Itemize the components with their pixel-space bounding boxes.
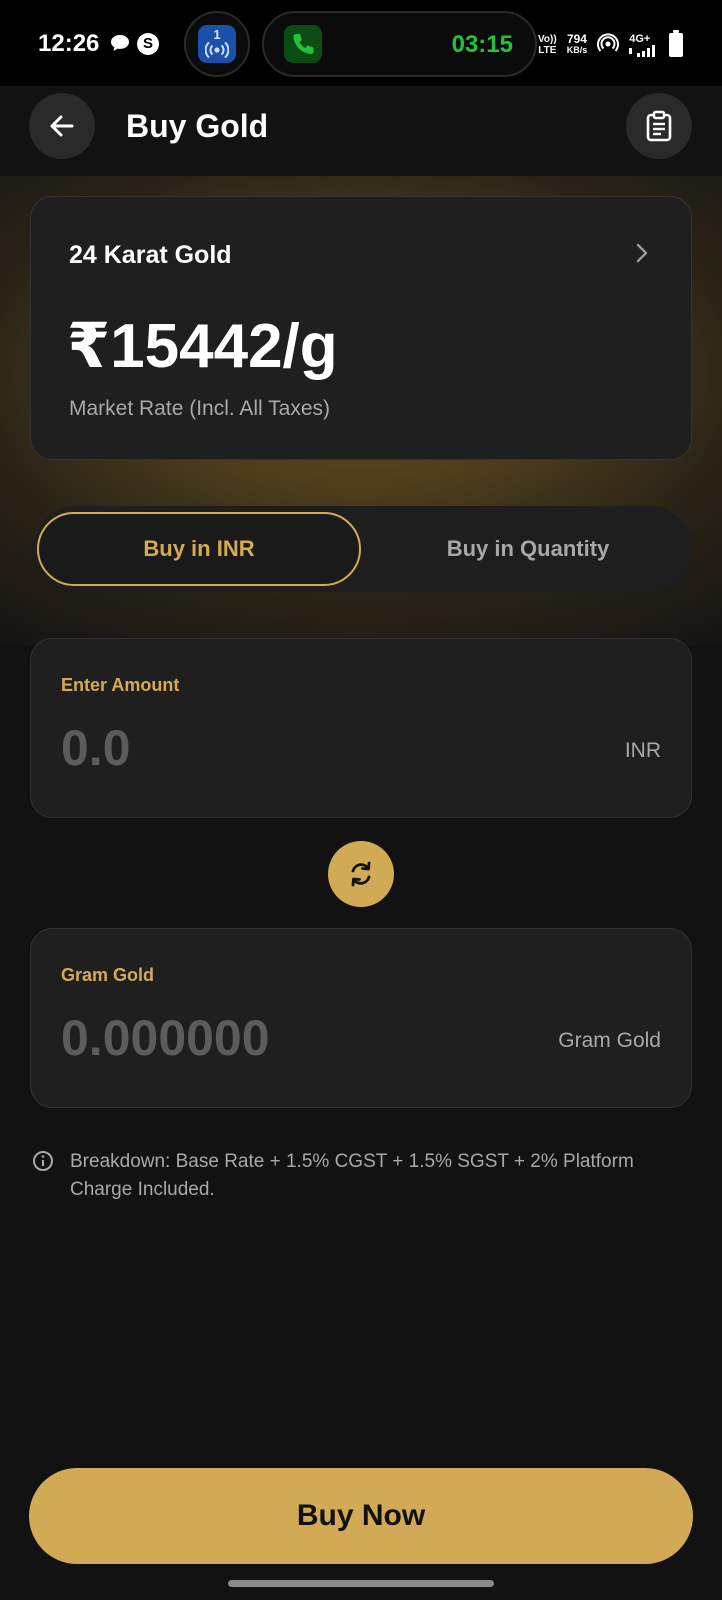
signal-bars-icon [629,44,656,57]
amount-unit: INR [624,739,661,762]
gold-rate-card[interactable]: 24 Karat Gold ₹15442/g Market Rate (Incl… [30,196,692,460]
swap-icon [351,861,371,887]
ongoing-call-pill[interactable]: 03:15 [262,11,537,77]
arrow-left-icon [50,115,74,137]
order-history-button[interactable] [626,93,692,159]
buy-mode-toggle: Buy in INR Buy in Quantity [34,506,692,592]
call-timer: 03:15 [451,31,513,58]
page-title: Buy Gold [126,108,269,144]
chevron-right-icon [635,243,649,268]
karat-label: 24 Karat Gold [69,241,232,269]
breakdown-text: Breakdown: Base Rate + 1.5% CGST + 1.5% … [70,1151,634,1200]
buy-now-button[interactable]: Buy Now [29,1468,693,1564]
swap-button[interactable] [328,841,394,907]
back-button[interactable] [29,93,95,159]
live-radio-pill[interactable]: 1 [184,11,250,77]
gram-label: Gram Gold [61,965,155,985]
chat-notification-icon [110,34,130,57]
status-indicators: Vo)) LTE 794 KB/s 4G+ [538,30,684,60]
status-time: 12:26 [38,30,100,57]
phone-icon [284,25,322,63]
tab-buy-in-quantity[interactable]: Buy in Quantity [366,512,690,586]
tab-buy-in-inr[interactable]: Buy in INR [37,512,361,586]
clipboard-icon [646,110,672,142]
gram-input[interactable] [61,1009,491,1067]
market-rate-caption: Market Rate (Incl. All Taxes) [69,397,331,420]
amount-input[interactable] [61,719,491,777]
network-speed: 794 KB/s [566,32,588,55]
gram-unit: Gram Gold [558,1029,661,1052]
volte-indicator: Vo)) LTE [538,34,557,56]
radio-broadcast-icon: 1 [198,25,236,63]
hotspot-icon [597,32,620,59]
gram-input-card: Gram Gold Gram Gold [30,928,692,1108]
s-app-notification-icon: S [137,33,159,55]
app-header: Buy Gold [0,86,722,176]
amount-label: Enter Amount [61,675,180,695]
signal-indicator: 4G+ [629,33,659,57]
gold-price: ₹15442/g [67,312,338,381]
info-icon [32,1150,54,1177]
amount-input-card: Enter Amount INR [30,638,692,818]
battery-icon [669,30,684,57]
home-indicator[interactable] [228,1580,494,1587]
radio-badge-number: 1 [213,27,221,42]
status-bar: 12:26 S 1 03:15 Vo)) LTE 794 KB/s 4G+ [0,0,722,86]
